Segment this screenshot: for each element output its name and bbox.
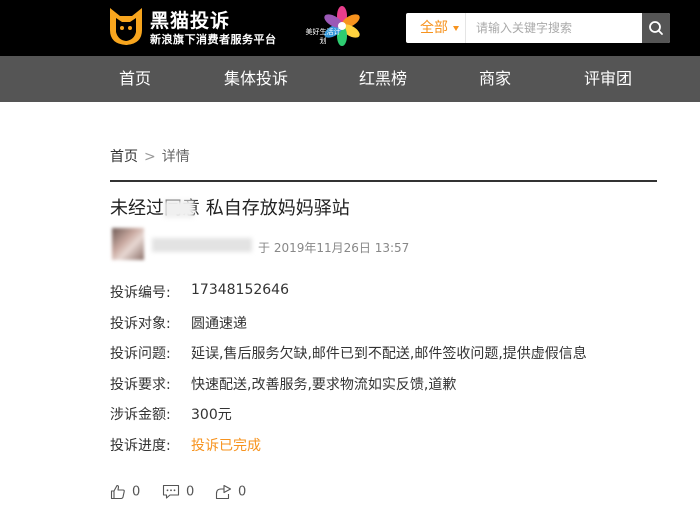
search-icon	[649, 21, 663, 35]
logo-subtitle: 新浪旗下消费者服务平台	[150, 33, 277, 46]
title-divider	[110, 180, 657, 182]
field-value-amount: 300元	[191, 407, 232, 423]
search-category-label: 全部	[420, 20, 448, 36]
search-bar: 全部	[406, 13, 670, 43]
field-value-request: 快速配送,改善服务,要求物流如实反馈,道歉	[191, 377, 457, 393]
like-button[interactable]: 0	[110, 484, 140, 500]
field-value-target[interactable]: 圆通速递	[191, 313, 247, 333]
logo-title[interactable]: 黑猫投诉	[150, 6, 230, 33]
nav-item-merchants[interactable]: 商家	[479, 56, 511, 102]
breadcrumb-current: 详情	[161, 149, 190, 165]
search-input[interactable]	[468, 13, 646, 43]
comment-count: 0	[186, 484, 195, 500]
nav-item-ranking[interactable]: 红黑榜	[359, 56, 407, 102]
share-button[interactable]: 0	[215, 484, 246, 500]
like-count: 0	[132, 484, 141, 500]
chevron-down-icon	[453, 26, 459, 31]
nav-item-group-complaints[interactable]: 集体投诉	[224, 56, 288, 102]
redaction-blur	[164, 200, 194, 218]
field-label-amount: 涉诉金额:	[110, 407, 171, 423]
main-nav: 首页 集体投诉 红黑榜 商家 评审团	[0, 56, 700, 102]
search-button[interactable]	[642, 13, 670, 43]
share-count: 0	[238, 484, 247, 500]
nav-item-home[interactable]: 首页	[119, 56, 151, 102]
field-value-issue: 延误,售后服务欠缺,邮件已到不配送,邮件签收问题,提供虚假信息	[191, 346, 587, 362]
post-timestamp: 于 2019年11月26日 13:57	[258, 241, 410, 255]
field-label-progress: 投诉进度:	[110, 438, 171, 454]
field-label-request: 投诉要求:	[110, 377, 171, 393]
field-label-id: 投诉编号:	[110, 285, 171, 301]
partner-badge-text: 美好生活计划	[305, 28, 341, 45]
status-badge: 投诉已完成	[191, 438, 261, 454]
field-value-id: 17348152646	[191, 282, 289, 298]
comment-button[interactable]: 0	[162, 484, 194, 500]
avatar[interactable]	[112, 228, 144, 260]
field-label-target: 投诉对象:	[110, 316, 171, 332]
username-redacted	[152, 238, 252, 252]
nav-item-jury[interactable]: 评审团	[584, 56, 632, 102]
breadcrumb: 首页 > 详情	[110, 146, 190, 166]
breadcrumb-home[interactable]: 首页	[110, 149, 138, 165]
search-category-select[interactable]: 全部	[406, 13, 466, 43]
thumbs-up-icon	[110, 484, 125, 500]
breadcrumb-separator: >	[144, 149, 156, 165]
black-cat-logo-icon[interactable]	[108, 6, 144, 46]
share-icon	[215, 484, 232, 500]
complaint-title: 未经过同意 私自存放妈妈驿站	[110, 198, 350, 219]
field-label-issue: 投诉问题:	[110, 346, 171, 362]
comment-icon	[162, 484, 180, 499]
top-header: 黑猫投诉 新浪旗下消费者服务平台 美好生活计划 全部	[0, 0, 700, 56]
